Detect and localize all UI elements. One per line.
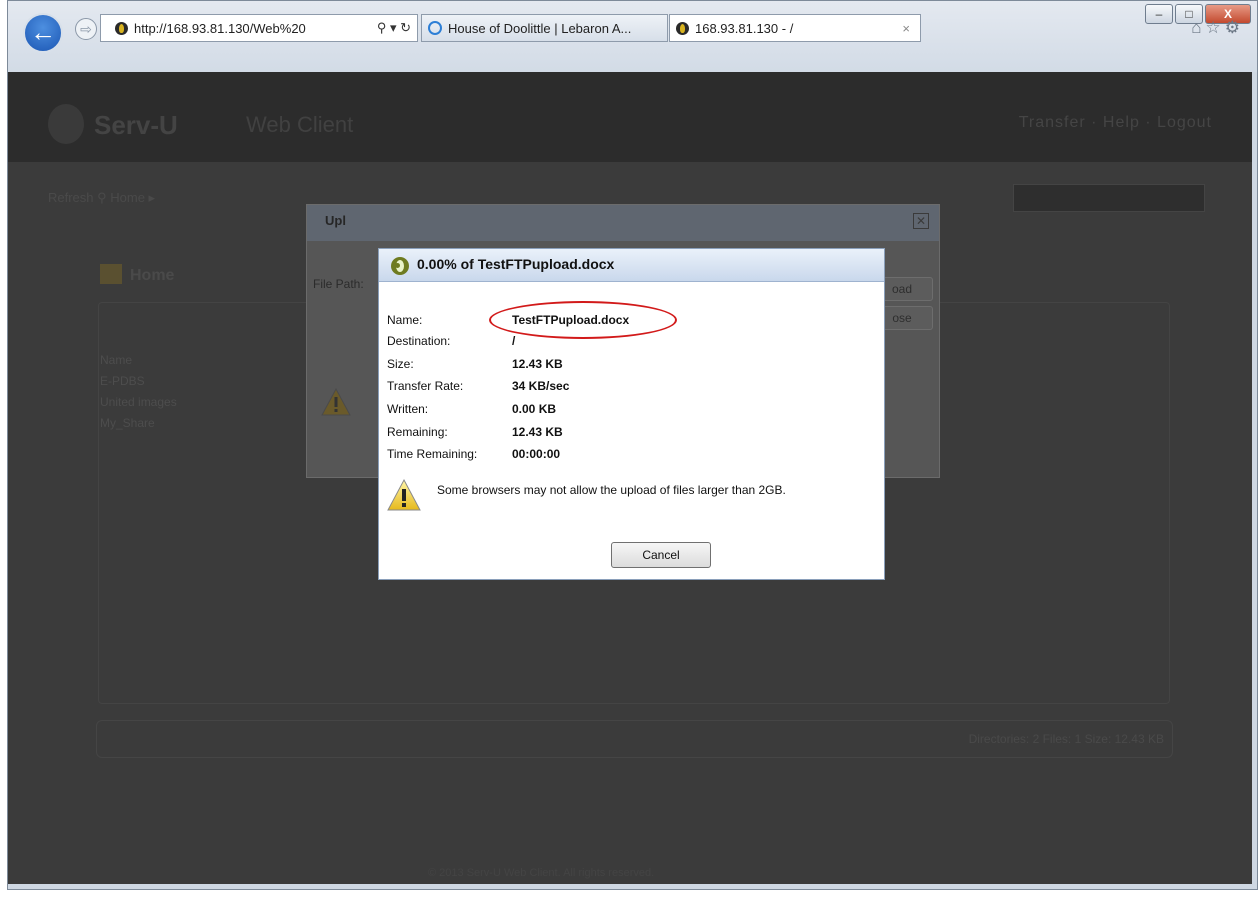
- written-value: 0.00 KB: [512, 402, 557, 416]
- remaining-value: 12.43 KB: [512, 425, 563, 439]
- star-icon[interactable]: ☆: [1206, 18, 1225, 37]
- browser-tool-icons: ⌂☆⚙: [1191, 18, 1244, 38]
- home-label: Home: [130, 267, 175, 284]
- gear-icon[interactable]: ⚙: [1225, 18, 1244, 37]
- minimize-button[interactable]: –: [1145, 4, 1173, 24]
- transfer-rate-value: 34 KB/sec: [512, 379, 570, 393]
- address-url[interactable]: http://168.93.81.130/Web%20: [134, 21, 377, 36]
- warning-icon: [321, 387, 351, 416]
- header-nav: Transfer · Help · Logout: [1018, 114, 1212, 131]
- address-bar-actions[interactable]: ⚲ ▾ ↻: [377, 20, 417, 36]
- destination-label: Destination:: [387, 334, 451, 348]
- cancel-button[interactable]: Cancel: [611, 542, 711, 568]
- dialog-titlebar: 0.00% of TestFTPupload.docx: [379, 249, 884, 282]
- size-value: 12.43 KB: [512, 357, 563, 371]
- written-label: Written:: [387, 402, 429, 416]
- tab-house-of-doolittle[interactable]: House of Doolittle | Lebaron A...: [421, 14, 668, 42]
- list-item: Name: [100, 353, 133, 367]
- forward-arrow-icon: ⇨: [80, 21, 92, 37]
- file-list: Name E-PDBS United images My_Share: [100, 350, 177, 434]
- list-item: My_Share: [100, 416, 155, 430]
- size-warning-text: Some browsers may not allow the upload o…: [437, 483, 786, 497]
- page-footer: © 2013 Serv-U Web Client. All rights res…: [428, 867, 655, 879]
- back-arrow-icon: ←: [30, 17, 56, 47]
- time-remaining-label: Time Remaining:: [387, 447, 478, 461]
- warning-icon: [387, 478, 421, 511]
- list-item: E-PDBS: [100, 374, 145, 388]
- tab-close-icon[interactable]: ×: [902, 21, 910, 36]
- transfer-rate-label: Transfer Rate:: [387, 379, 464, 393]
- servu-refresh-icon: [391, 257, 409, 275]
- status-text: Directories: 2 Files: 1 Size: 12.43 KB: [968, 732, 1164, 746]
- forward-button[interactable]: ⇨: [75, 18, 97, 40]
- address-bar[interactable]: http://168.93.81.130/Web%20 ⚲ ▾ ↻: [100, 14, 418, 42]
- name-label: Name:: [387, 313, 423, 327]
- servu-logo-icon: [48, 104, 84, 144]
- servu-favicon-icon: [115, 21, 128, 35]
- servu-logo-text: Serv-U: [94, 110, 178, 140]
- dialog-title: 0.00% of TestFTPupload.docx: [417, 256, 615, 272]
- destination-value: /: [512, 334, 516, 348]
- servu-logo-subtitle: Web Client: [246, 112, 354, 137]
- folder-icon: [100, 264, 122, 284]
- back-button[interactable]: ←: [23, 13, 63, 53]
- upload-dialog-title: Upl: [325, 213, 346, 228]
- file-path-label: File Path:: [313, 277, 364, 291]
- size-label: Size:: [387, 357, 414, 371]
- tab-servu[interactable]: 168.93.81.130 - / ×: [669, 14, 921, 42]
- page-toolbar: Refresh ⚲ Home ▸: [48, 190, 156, 205]
- tab-title: 168.93.81.130 - /: [695, 20, 794, 36]
- view-select: [1013, 184, 1205, 212]
- home-icon[interactable]: ⌂: [1191, 18, 1205, 37]
- upload-dialog-titlebar: [307, 205, 939, 241]
- list-item: United images: [100, 395, 177, 409]
- close-icon[interactable]: ✕: [913, 213, 929, 229]
- transfer-progress-dialog: 0.00% of TestFTPupload.docx Name: TestFT…: [378, 248, 885, 580]
- servu-favicon-icon: [676, 21, 689, 35]
- tab-title: House of Doolittle | Lebaron A...: [448, 20, 632, 36]
- time-remaining-value: 00:00:00: [512, 447, 561, 461]
- ie-favicon-icon: [428, 21, 442, 35]
- annotation-circle: [489, 301, 677, 339]
- remaining-label: Remaining:: [387, 425, 448, 439]
